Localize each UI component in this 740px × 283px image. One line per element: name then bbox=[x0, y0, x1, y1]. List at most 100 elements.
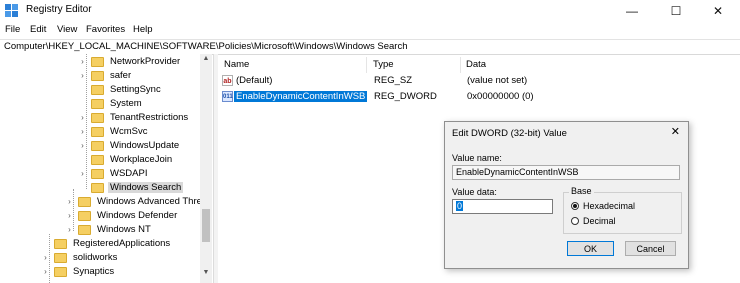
menu-view[interactable]: View bbox=[57, 24, 77, 35]
tree-item-networkprovider[interactable]: › NetworkProvider bbox=[78, 55, 182, 69]
string-value-icon: ab bbox=[222, 75, 233, 86]
tree-item-synaptics[interactable]: › Synaptics bbox=[41, 265, 116, 279]
folder-icon bbox=[78, 196, 91, 207]
menu-edit[interactable]: Edit bbox=[30, 24, 46, 35]
folder-icon bbox=[91, 140, 104, 151]
expand-chevron-icon[interactable]: › bbox=[78, 127, 87, 136]
folder-icon bbox=[91, 182, 104, 193]
tree-item-label: solidworks bbox=[73, 252, 118, 264]
scroll-down-arrow-icon[interactable]: ▼ bbox=[200, 269, 212, 276]
pane-splitter[interactable] bbox=[213, 54, 218, 283]
folder-icon bbox=[54, 266, 67, 277]
column-separator[interactable] bbox=[460, 57, 461, 73]
tree-item-label: RegisteredApplications bbox=[73, 238, 171, 250]
folder-icon bbox=[78, 224, 91, 235]
tree-item-label: Synaptics bbox=[73, 266, 115, 278]
tree-item-settingsync[interactable]: SettingSync bbox=[78, 83, 163, 97]
tree-item-tenantrestrictions[interactable]: › TenantRestrictions bbox=[78, 111, 190, 125]
address-bar[interactable]: Computer\HKEY_LOCAL_MACHINE\SOFTWARE\Pol… bbox=[0, 39, 740, 55]
tree-item-label: TenantRestrictions bbox=[110, 112, 189, 124]
scrollbar-thumb[interactable] bbox=[202, 209, 210, 242]
tree-item-safer[interactable]: › safer bbox=[78, 69, 133, 83]
column-header-type[interactable]: Type bbox=[373, 59, 394, 70]
tree-item-label: WcmSvc bbox=[110, 126, 148, 138]
folder-icon bbox=[91, 154, 104, 165]
minimize-icon: — bbox=[626, 3, 638, 18]
value-type: REG_SZ bbox=[374, 75, 413, 86]
expand-chevron-icon[interactable]: › bbox=[78, 169, 87, 178]
cancel-button[interactable]: Cancel bbox=[625, 241, 676, 256]
hexadecimal-radio[interactable]: Hexadecimal bbox=[571, 201, 635, 211]
folder-icon bbox=[91, 126, 104, 137]
scroll-up-arrow-icon[interactable]: ▲ bbox=[200, 55, 212, 62]
tree-item-label: WindowsUpdate bbox=[110, 140, 180, 152]
key-tree[interactable]: › NetworkProvider › safer SettingSync Syst… bbox=[0, 54, 212, 283]
folder-icon bbox=[78, 210, 91, 221]
tree-item-label: System bbox=[110, 98, 142, 110]
value-data-text: 0 bbox=[456, 201, 464, 211]
value-data: 0x00000000 (0) bbox=[467, 91, 534, 102]
dialog-close-icon[interactable]: ✕ bbox=[671, 125, 680, 138]
minimize-button[interactable]: — bbox=[610, 0, 654, 21]
tree-item-windowsupdate[interactable]: › WindowsUpdate bbox=[78, 139, 181, 153]
value-data-field[interactable]: 0 bbox=[452, 199, 553, 214]
window-title: Registry Editor bbox=[26, 4, 92, 15]
tree-item-label: Windows NT bbox=[97, 224, 151, 236]
close-icon: ✕ bbox=[712, 3, 724, 18]
column-header-name[interactable]: Name bbox=[224, 59, 249, 70]
values-list-header: Name Type Data bbox=[218, 57, 740, 73]
expand-chevron-icon[interactable]: › bbox=[78, 113, 87, 122]
expand-chevron-icon[interactable]: › bbox=[78, 71, 87, 80]
tree-item-label: Windows Search bbox=[108, 182, 184, 194]
maximize-button[interactable]: ☐ bbox=[654, 0, 698, 21]
tree-item-registeredapplications[interactable]: RegisteredApplications bbox=[41, 237, 172, 251]
value-type: REG_DWORD bbox=[374, 91, 437, 102]
expand-chevron-icon[interactable]: › bbox=[41, 253, 50, 262]
close-button[interactable]: ✕ bbox=[696, 0, 740, 21]
value-name: (Default) bbox=[236, 75, 273, 86]
tree-item-label: Windows Defender bbox=[97, 210, 178, 222]
value-data: (value not set) bbox=[467, 75, 528, 86]
menu-file[interactable]: File bbox=[5, 24, 20, 35]
value-name-field[interactable]: EnableDynamicContentInWSB bbox=[452, 165, 680, 180]
tree-scrollbar[interactable]: ▲ ▼ bbox=[200, 54, 212, 283]
expand-chevron-icon[interactable]: › bbox=[65, 211, 74, 220]
menu-help[interactable]: Help bbox=[133, 24, 153, 35]
ok-button[interactable]: OK bbox=[567, 241, 614, 256]
tree-item-solidworks[interactable]: › solidworks bbox=[41, 251, 119, 265]
menu-favorites[interactable]: Favorites bbox=[86, 24, 125, 35]
column-separator[interactable] bbox=[366, 57, 367, 73]
tree-item-workplacejoin[interactable]: WorkplaceJoin bbox=[78, 153, 174, 167]
folder-icon bbox=[91, 112, 104, 123]
tree-item-system[interactable]: System bbox=[78, 97, 144, 111]
value-row-enabledynamiccontentinwsb[interactable]: 011 EnableDynamicContentInWSB REG_DWORD … bbox=[220, 90, 720, 104]
tree-item-windows-advanced-threat[interactable]: › Windows Advanced Threa bbox=[65, 195, 209, 209]
decimal-radio[interactable]: Decimal bbox=[571, 216, 616, 226]
folder-icon bbox=[91, 70, 104, 81]
menu-bar: File Edit View Favorites Help bbox=[0, 21, 740, 39]
tree-item-label: Windows Advanced Threa bbox=[97, 196, 208, 208]
tree-item-windows-search[interactable]: Windows Search bbox=[78, 181, 184, 195]
tree-item-wsdapi[interactable]: › WSDAPI bbox=[78, 167, 149, 181]
tree-item-wcmsvc[interactable]: › WcmSvc bbox=[78, 125, 149, 139]
expand-chevron-icon[interactable]: › bbox=[78, 141, 87, 150]
column-header-data[interactable]: Data bbox=[466, 59, 486, 70]
tree-item-windows-defender[interactable]: › Windows Defender bbox=[65, 209, 179, 223]
edit-dword-dialog: Edit DWORD (32-bit) Value ✕ Value name: … bbox=[444, 121, 689, 269]
hexadecimal-label: Hexadecimal bbox=[583, 201, 636, 211]
tree-item-windows-nt[interactable]: › Windows NT bbox=[65, 223, 153, 237]
expand-chevron-icon[interactable]: › bbox=[78, 57, 87, 66]
tree-item-label: NetworkProvider bbox=[110, 56, 181, 68]
expand-chevron-icon[interactable]: › bbox=[65, 197, 74, 206]
decimal-label: Decimal bbox=[583, 216, 616, 226]
expand-chevron-icon[interactable]: › bbox=[41, 267, 50, 276]
tree-item-label: WorkplaceJoin bbox=[110, 154, 173, 166]
folder-icon bbox=[54, 252, 67, 263]
registry-editor-icon bbox=[5, 4, 18, 17]
expand-chevron-icon[interactable]: › bbox=[65, 225, 74, 234]
radio-unselected-icon bbox=[571, 217, 579, 225]
folder-icon bbox=[91, 98, 104, 109]
address-path[interactable]: Computer\HKEY_LOCAL_MACHINE\SOFTWARE\Pol… bbox=[4, 41, 408, 52]
folder-icon bbox=[91, 168, 104, 179]
value-row-default[interactable]: ab (Default) REG_SZ (value not set) bbox=[220, 74, 720, 88]
